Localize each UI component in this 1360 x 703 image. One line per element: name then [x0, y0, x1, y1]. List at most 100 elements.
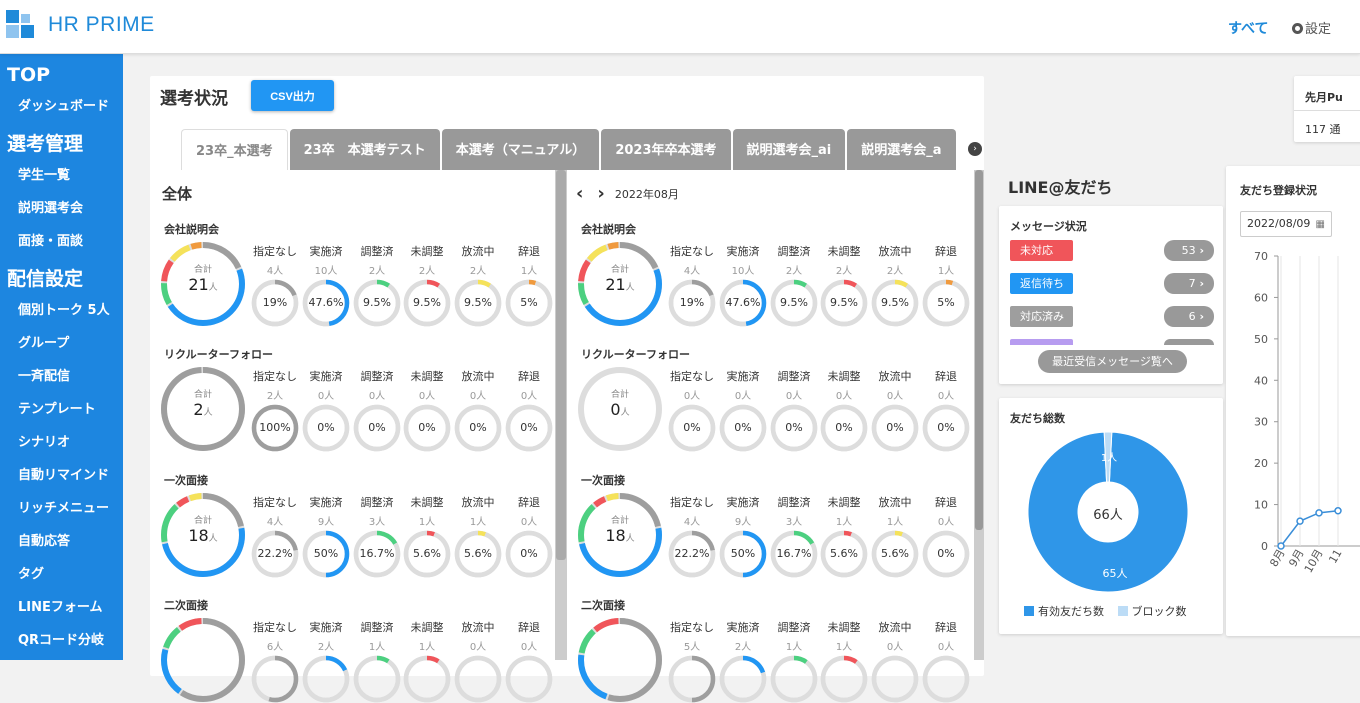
status-percent: 50%	[730, 547, 756, 560]
status-percent: 0%	[469, 421, 487, 434]
status-count: 0人	[520, 642, 538, 653]
group-title: リクルーターフォロー	[581, 348, 691, 361]
data-point[interactable]	[1315, 509, 1323, 517]
status-count: 2人	[734, 642, 752, 653]
status-column: 実施済 10人	[302, 243, 350, 277]
chevron-right-icon: ›	[1195, 310, 1204, 323]
message-status-badge[interactable]: 未対応	[1010, 240, 1073, 261]
status-count: 2人	[785, 266, 803, 277]
sidebar-item[interactable]: 面接・面談	[0, 225, 123, 258]
tab-3[interactable]: 2023年卒本選考	[601, 129, 731, 170]
status-label: 指定なし	[253, 370, 297, 383]
message-count-pill[interactable]: 7 ›	[1164, 273, 1214, 294]
total-caption: 合計	[193, 390, 212, 400]
status-count: 0人	[683, 391, 701, 402]
tab-0[interactable]: 23卒_本選考	[181, 129, 288, 170]
sidebar-item[interactable]: 個別トーク 5人	[0, 294, 123, 327]
total-label-block: 合計 0人	[577, 366, 663, 419]
sidebar-section-title: 配信設定	[7, 268, 84, 290]
sidebar-item[interactable]: LINEフォーム	[0, 591, 123, 624]
last-month-push-value: 117 通	[1305, 123, 1341, 136]
sidebar-item[interactable]: リッチメニュー	[0, 492, 123, 525]
sidebar-item[interactable]: ダッシュボード	[0, 90, 123, 123]
status-label: 調整済	[777, 621, 811, 634]
nav-all-link[interactable]: すべて	[1228, 18, 1268, 38]
right-panel-scrollbar-thumb[interactable]	[975, 170, 983, 530]
status-label: 実施済	[309, 621, 343, 634]
status-column: 指定なし 4人	[668, 243, 716, 277]
registration-date-value: 2022/08/09	[1247, 217, 1311, 230]
status-percent: 0%	[734, 421, 752, 434]
status-count: 0人	[520, 517, 538, 528]
status-percent: 0%	[937, 547, 955, 560]
status-percent: 47.6%	[308, 296, 344, 309]
status-label: 未調整	[827, 621, 861, 634]
settings-link[interactable]: 設定	[1292, 18, 1331, 37]
status-label: 実施済	[309, 245, 343, 258]
total-count: 2	[193, 400, 204, 419]
status-label: 未調整	[827, 370, 861, 383]
status-percent: 9.5%	[363, 296, 391, 309]
y-tick-label: 30	[1254, 416, 1268, 429]
sidebar-item[interactable]: 説明選考会	[0, 192, 123, 225]
message-status-badge[interactable]: 対応済み	[1010, 306, 1073, 327]
sidebar-item[interactable]: タグ	[0, 558, 123, 591]
status-column: 未調整 2人	[820, 243, 868, 277]
sidebar-item[interactable]: 自動応答	[0, 525, 123, 558]
recent-messages-button[interactable]: 最近受信メッセージ覧へ	[1038, 350, 1187, 373]
sidebar-item[interactable]: グループ	[0, 327, 123, 360]
calendar-icon[interactable]: ▦	[1316, 213, 1325, 237]
status-column: 実施済 0人	[719, 368, 767, 402]
status-column: 調整済 2人	[353, 243, 401, 277]
status-label: 放流中	[461, 621, 495, 634]
status-count: 2人	[835, 266, 853, 277]
data-point[interactable]	[1277, 542, 1285, 550]
sidebar-item[interactable]: テンプレート	[0, 393, 123, 426]
tab-4[interactable]: 説明選考会_ai	[732, 129, 846, 170]
friends-legend: 有効友だち数 ブロック数	[1024, 603, 1187, 619]
chevron-right-icon: ›	[1195, 244, 1204, 257]
chevron-right-icon[interactable]: ›	[968, 142, 982, 156]
y-tick-label: 10	[1254, 499, 1268, 512]
tab-5[interactable]: 説明選考会_a	[847, 129, 956, 170]
status-percent: 0%	[937, 421, 955, 434]
status-donut-chart	[505, 655, 553, 703]
sidebar-item[interactable]: シナリオ	[0, 426, 123, 459]
status-column: 放流中 2人	[871, 243, 919, 277]
message-status-badge[interactable]: 返信待ち	[1010, 273, 1073, 294]
sidebar-item[interactable]: QRコード分岐	[0, 624, 123, 657]
status-column: 実施済 2人	[302, 619, 350, 653]
panel-scrollbar-thumb[interactable]	[556, 170, 566, 560]
status-count: 0人	[469, 642, 487, 653]
status-percent: 5.6%	[413, 547, 441, 560]
y-tick-label: 60	[1254, 291, 1268, 304]
registration-date-input[interactable]: 2022/08/09 ▦	[1240, 211, 1332, 237]
status-count: 3人	[785, 517, 803, 528]
group-title: 二次面接	[164, 599, 208, 612]
message-count-pill[interactable]: 53 ›	[1164, 240, 1214, 261]
status-label: 指定なし	[670, 621, 714, 634]
chevron-right-icon[interactable]: ›	[597, 183, 604, 204]
tab-1[interactable]: 23卒 本選考テスト	[289, 129, 440, 170]
status-percent: 5.6%	[881, 547, 909, 560]
csv-export-button[interactable]: CSV出力	[251, 80, 334, 111]
status-donut-chart	[668, 655, 716, 703]
group-title: リクルーターフォロー	[164, 348, 274, 361]
tab-2[interactable]: 本選考（マニュアル）	[441, 129, 600, 170]
status-label: 放流中	[878, 496, 912, 509]
message-count: 7	[1188, 277, 1196, 290]
sidebar-item[interactable]: 学生一覧	[0, 159, 123, 192]
chevron-left-icon[interactable]: ‹	[576, 183, 583, 204]
message-count-pill[interactable]: 6 ›	[1164, 306, 1214, 327]
gear-icon	[1292, 23, 1303, 34]
total-unit: 人	[208, 534, 218, 544]
donut-segment	[403, 655, 451, 703]
status-label: 調整済	[360, 496, 394, 509]
status-label: 放流中	[461, 496, 495, 509]
status-donut-chart	[403, 655, 451, 703]
status-label: 調整済	[777, 370, 811, 383]
sidebar-item[interactable]: 自動リマインド	[0, 459, 123, 492]
data-point[interactable]	[1334, 507, 1342, 515]
data-point[interactable]	[1296, 517, 1304, 525]
sidebar-item[interactable]: 一斉配信	[0, 360, 123, 393]
